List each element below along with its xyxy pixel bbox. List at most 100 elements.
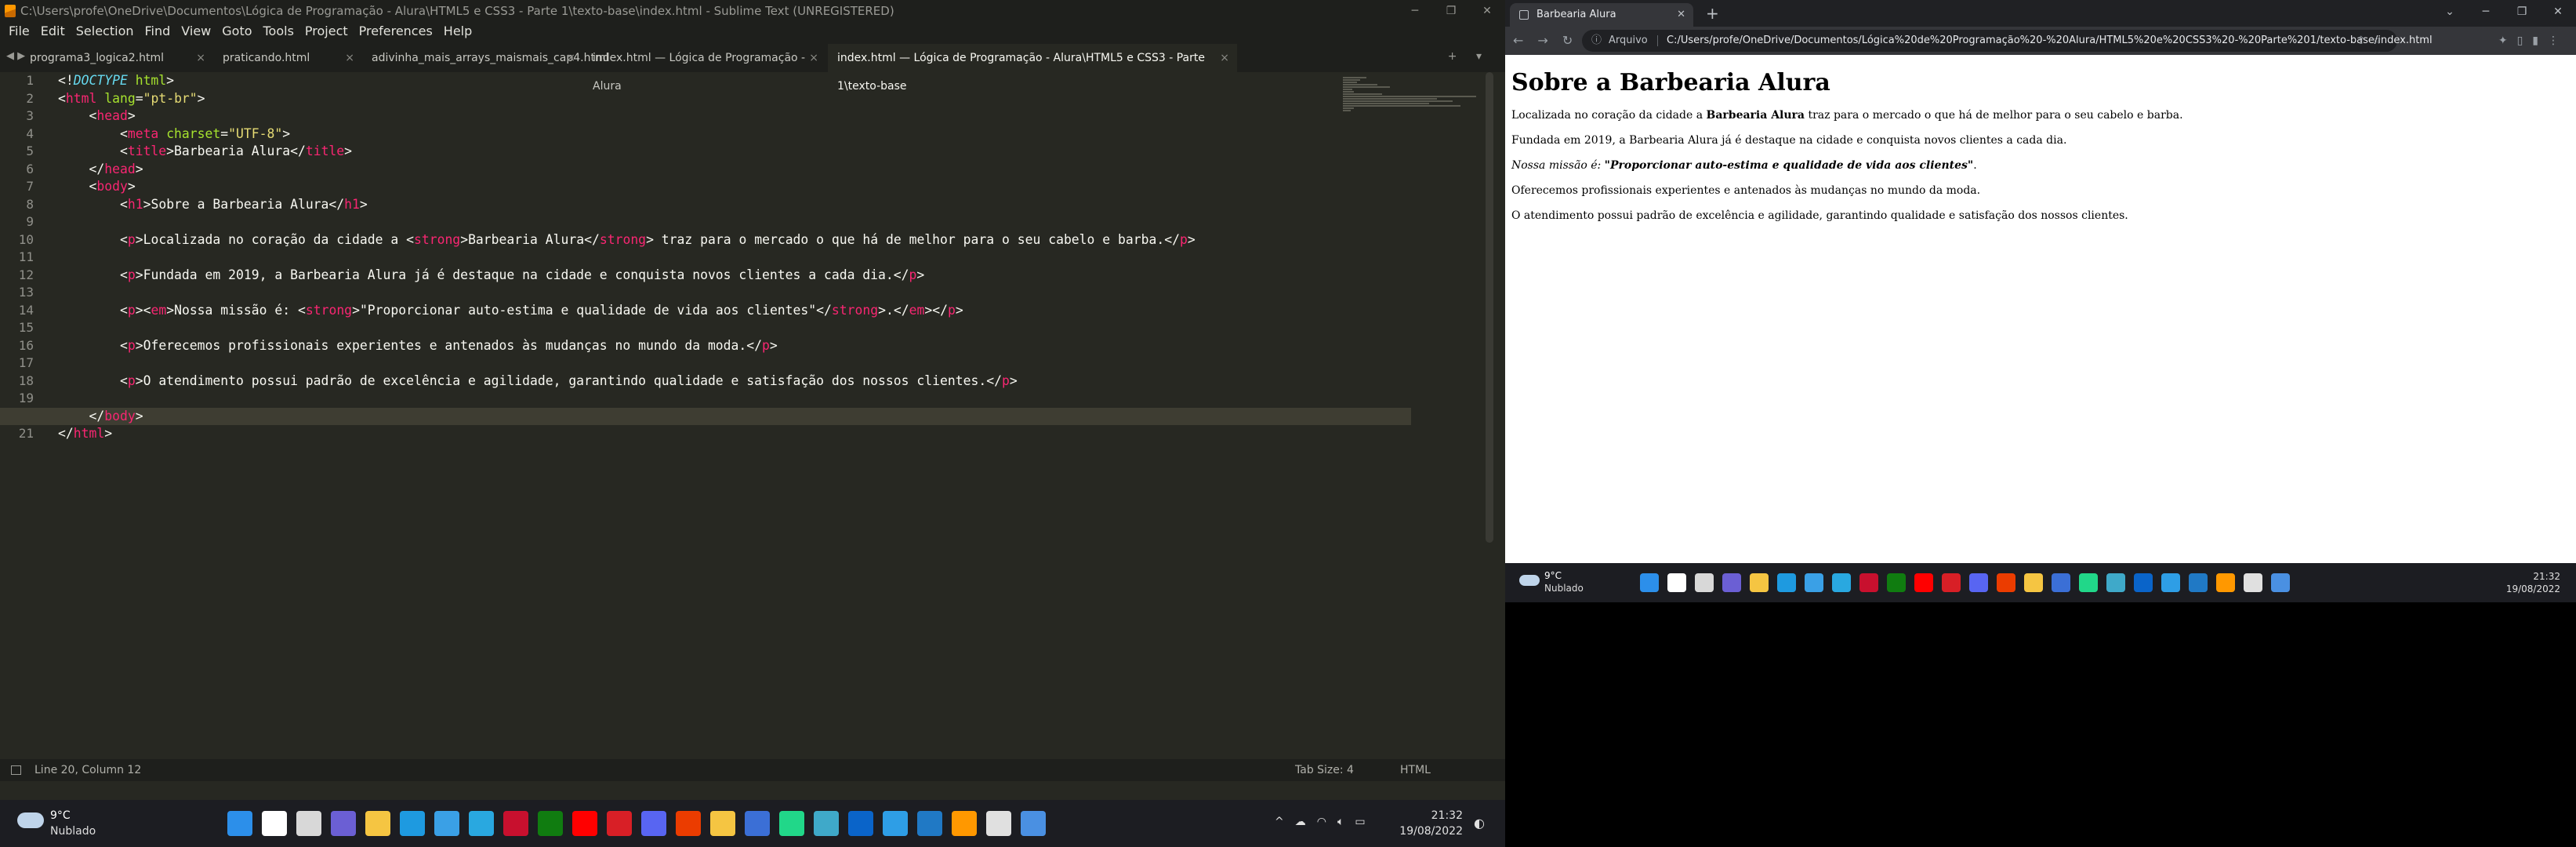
l-app-icon[interactable] (469, 811, 494, 836)
l-app-icon[interactable] (1832, 573, 1851, 592)
mcafee-icon[interactable] (503, 811, 528, 836)
file-explorer-icon[interactable] (1750, 573, 1769, 592)
menu-project[interactable]: Project (299, 22, 354, 41)
minimize-icon[interactable]: ─ (2468, 0, 2504, 24)
close-icon[interactable]: ✕ (1469, 0, 1505, 22)
forward-icon[interactable]: → (1537, 27, 1547, 55)
close-icon[interactable]: × (196, 44, 205, 72)
menu-edit[interactable]: Edit (35, 22, 71, 41)
tab-index-active[interactable]: index.html — Lógica de Programação - Alu… (828, 44, 1237, 93)
tab-index-1[interactable]: index.html — Lógica de Programação - Alu… (583, 44, 826, 93)
microsoft-store-icon[interactable] (434, 811, 459, 836)
vscode-icon[interactable] (2161, 573, 2180, 592)
notepad-icon[interactable] (2271, 573, 2290, 592)
panel-toggle-icon[interactable] (11, 765, 21, 775)
microsoft-store-icon[interactable] (1805, 573, 1823, 592)
file-explorer-icon[interactable] (365, 811, 390, 836)
minimap[interactable] (1343, 77, 1484, 124)
menu-preferences[interactable]: Preferences (354, 22, 438, 41)
share-star-icons[interactable]: ⇪☆ (2356, 30, 2388, 52)
extensions-menu-icons[interactable]: ✦▯▮⋮ (2498, 27, 2568, 55)
menu-goto[interactable]: Goto (216, 22, 257, 41)
discord-icon[interactable] (641, 811, 666, 836)
youtube-icon[interactable] (572, 811, 597, 836)
close-icon[interactable]: × (1220, 44, 1229, 72)
menu-tools[interactable]: Tools (258, 22, 299, 41)
tab-adivinha[interactable]: adivinha_mais_arrays_maismais_cap4.html × (362, 44, 608, 72)
office-icon[interactable] (676, 811, 701, 836)
task-view-icon[interactable] (1695, 573, 1714, 592)
vertical-scrollbar[interactable] (1486, 72, 1493, 543)
back-icon[interactable]: ← (1513, 27, 1523, 55)
info-icon[interactable]: ⓘ (1591, 30, 1602, 52)
close-icon[interactable]: ✕ (2540, 0, 2576, 24)
maps-icon[interactable] (2024, 573, 2043, 592)
tab-barbearia-alura[interactable]: Barbearia Alura ✕ (1510, 3, 1693, 27)
address-bar[interactable]: ⓘ Arquivo C:/Users/profe/OneDrive/Docume… (1582, 30, 2433, 52)
edge-dev-icon[interactable] (2106, 573, 2125, 592)
office-icon[interactable] (1997, 573, 2015, 592)
maximize-icon[interactable]: ❐ (1433, 0, 1469, 22)
close-icon[interactable]: ✕ (1677, 3, 1685, 27)
tab-programa3[interactable]: programa3_logica2.html × (20, 44, 213, 72)
pycharm-icon[interactable] (2079, 573, 2098, 592)
incognito-icon[interactable] (986, 811, 1011, 836)
clock[interactable]: 21:32 19/08/2022 (1388, 808, 1463, 839)
sublime-text-icon[interactable] (952, 811, 977, 836)
new-tab-icon[interactable]: + ▾ (1448, 50, 1489, 63)
pycharm-icon[interactable] (779, 811, 804, 836)
code-area[interactable]: <!DOCTYPE html> <html lang="pt-br"> <hea… (0, 72, 1411, 443)
close-icon[interactable]: × (345, 44, 354, 72)
menu-file[interactable]: File (3, 22, 35, 41)
tab-praticando[interactable]: praticando.html × (213, 44, 362, 72)
tab-size[interactable]: Tab Size: 4 (1295, 759, 1354, 781)
windows-start-icon[interactable] (227, 811, 252, 836)
sublime-text-icon[interactable] (2216, 573, 2235, 592)
youtube-icon[interactable] (1914, 573, 1933, 592)
mail-icon[interactable] (848, 811, 873, 836)
netflix-icon[interactable] (1942, 573, 1961, 592)
edge-icon[interactable] (400, 811, 425, 836)
xbox-icon[interactable] (1887, 573, 1906, 592)
maps-icon[interactable] (710, 811, 735, 836)
minimize-icon[interactable]: ─ (1397, 0, 1433, 22)
discord-icon[interactable] (1969, 573, 1988, 592)
url-text[interactable]: C:/Users/profe/OneDrive/Documentos/Lógic… (1667, 30, 2433, 52)
close-icon[interactable]: × (809, 44, 818, 72)
netflix-icon[interactable] (607, 811, 632, 836)
chevron-down-icon[interactable]: ⌄ (2432, 0, 2468, 24)
teams-chat-icon[interactable] (1722, 573, 1741, 592)
notepad-icon[interactable] (1021, 811, 1046, 836)
menu-selection[interactable]: Selection (71, 22, 140, 41)
mcafee-icon[interactable] (1859, 573, 1878, 592)
syntax-mode[interactable]: HTML (1400, 759, 1431, 781)
teams-chat-icon[interactable] (331, 811, 356, 836)
menu-find[interactable]: Find (140, 22, 176, 41)
notification-icon[interactable]: ◐ (1474, 816, 1485, 831)
vscode-alt-icon[interactable] (2189, 573, 2208, 592)
new-tab-icon[interactable]: + (1706, 3, 1719, 24)
clock[interactable]: 21:32 19/08/2022 (2498, 570, 2560, 595)
vscode-alt-icon[interactable] (917, 811, 942, 836)
close-icon[interactable]: × (566, 44, 575, 72)
mail-icon[interactable] (2134, 573, 2153, 592)
onedrive-icon[interactable]: ☁ (1295, 816, 1306, 828)
app-blue-icon[interactable] (2052, 573, 2070, 592)
battery-icon[interactable]: ▭ (1355, 816, 1365, 828)
reload-icon[interactable]: ↻ (1562, 27, 1573, 55)
app-blue-icon[interactable] (745, 811, 770, 836)
menu-view[interactable]: View (176, 22, 216, 41)
search-icon[interactable] (1667, 573, 1686, 592)
windows-start-icon[interactable] (1640, 573, 1659, 592)
vscode-icon[interactable] (883, 811, 908, 836)
menu-help[interactable]: Help (438, 22, 477, 41)
volume-icon[interactable]: 🔈︎ (1337, 816, 1344, 828)
search-icon[interactable] (262, 811, 287, 836)
task-view-icon[interactable] (296, 811, 321, 836)
edge-icon[interactable] (1777, 573, 1796, 592)
wifi-icon[interactable]: ◠ (1317, 816, 1326, 828)
editor[interactable]: 123456789101112131415161718192021 <!DOCT… (0, 72, 1493, 772)
maximize-icon[interactable]: ❐ (2504, 0, 2540, 24)
xbox-icon[interactable] (538, 811, 563, 836)
chevron-up-icon[interactable]: ^ (1275, 816, 1284, 828)
